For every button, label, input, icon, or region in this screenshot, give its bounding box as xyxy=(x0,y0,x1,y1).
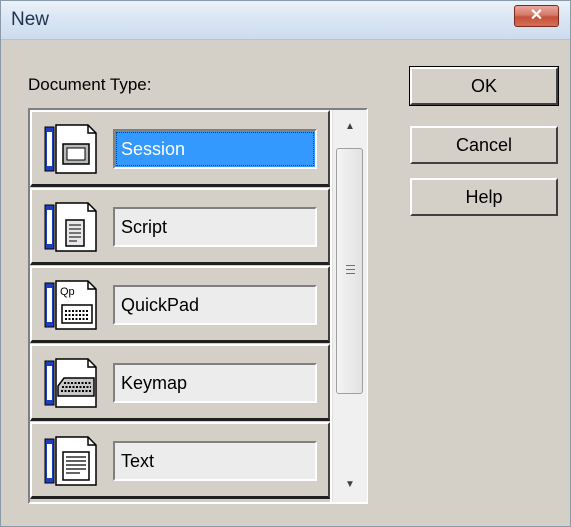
scroll-down-arrow-icon[interactable]: ▼ xyxy=(333,470,367,500)
list-item-text[interactable]: Text xyxy=(30,422,330,499)
list-scrollbar[interactable]: ▲ ▼ xyxy=(332,110,367,502)
text-document-icon xyxy=(44,436,97,486)
quickpad-icon-text: Qp xyxy=(60,286,75,298)
help-button[interactable]: Help xyxy=(410,178,558,216)
scroll-thumb[interactable] xyxy=(336,148,363,394)
close-icon: ✕ xyxy=(529,7,544,24)
document-type-text[interactable]: Text xyxy=(113,441,317,481)
document-type-list: Session Script Qp QuickPad Keymap Text ▲… xyxy=(28,108,368,504)
document-type-session[interactable]: Session xyxy=(113,129,317,169)
scroll-thumb-grip-icon xyxy=(346,265,355,277)
ok-button[interactable]: OK xyxy=(409,66,559,106)
document-type-script[interactable]: Script xyxy=(113,207,317,247)
list-item-keymap[interactable]: Keymap xyxy=(30,344,330,421)
document-type-quickpad[interactable]: QuickPad xyxy=(113,285,317,325)
list-item-quickpad[interactable]: Qp QuickPad xyxy=(30,266,330,343)
document-type-keymap[interactable]: Keymap xyxy=(113,363,317,403)
title-bar[interactable]: New ✕ xyxy=(1,1,570,40)
list-item-script[interactable]: Script xyxy=(30,188,330,265)
list-item-session[interactable]: Session xyxy=(30,110,330,187)
keymap-icon xyxy=(44,358,97,408)
cancel-button[interactable]: Cancel xyxy=(410,126,558,164)
script-icon xyxy=(44,202,97,252)
window-title: New xyxy=(11,9,50,30)
close-button[interactable]: ✕ xyxy=(514,5,559,27)
session-icon xyxy=(44,124,97,174)
scroll-up-arrow-icon[interactable]: ▲ xyxy=(333,112,367,142)
document-type-label: Document Type: xyxy=(28,75,152,94)
quickpad-icon: Qp xyxy=(44,280,97,330)
new-document-dialog: New ✕ Document Type: Session Script Qp Q… xyxy=(0,0,571,527)
document-type-list-items: Session Script Qp QuickPad Keymap Text xyxy=(30,110,330,502)
